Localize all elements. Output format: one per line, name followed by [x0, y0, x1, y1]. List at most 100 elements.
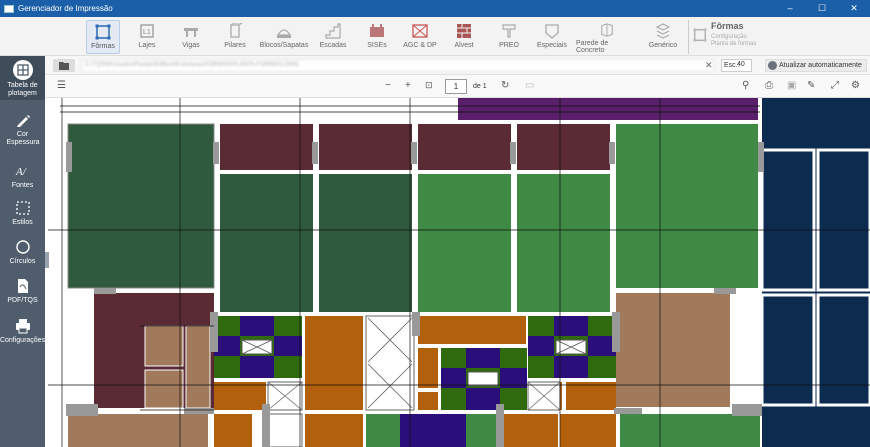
- maximize-button[interactable]: ☐: [806, 0, 838, 17]
- pillar: [609, 142, 615, 164]
- pillar: [94, 288, 116, 294]
- formas-group-icon: [693, 28, 707, 42]
- ribbon-parede-button[interactable]: Parede de Concreto: [576, 20, 638, 54]
- preo-icon: [502, 24, 516, 38]
- sidebar: Tabela de plotagem Cor Espessura A/ Font…: [0, 56, 45, 447]
- ribbon-vigas-button[interactable]: Vigas: [174, 20, 208, 54]
- slab-green: [418, 174, 511, 312]
- pillar: [210, 312, 218, 352]
- annotate-icon[interactable]: ✎: [807, 80, 815, 91]
- fullscreen-icon[interactable]: ⤢: [831, 80, 839, 91]
- sidebar-item-label: PDF/TQS: [7, 297, 38, 304]
- slab: [816, 293, 870, 407]
- slab-tan: [144, 325, 184, 367]
- sidebar-item-label: Círculos: [9, 258, 36, 265]
- ribbon-label: Pilares: [224, 42, 246, 49]
- zoom-in-button[interactable]: +: [405, 80, 411, 91]
- ribbon-label: Especiais: [537, 42, 567, 49]
- sises-icon: [370, 24, 384, 37]
- minimize-button[interactable]: –: [774, 0, 806, 17]
- ribbon-pilares-button[interactable]: Pilares: [218, 20, 252, 54]
- pillar: [312, 142, 318, 164]
- sidebar-item-configuracoes[interactable]: Configurações: [0, 318, 45, 345]
- ribbon-generico-button[interactable]: Genérico: [646, 20, 680, 54]
- zoom-out-button[interactable]: −: [385, 80, 391, 91]
- outline-icon[interactable]: ☰: [57, 80, 66, 91]
- slab-maroon: [418, 124, 511, 170]
- ribbon-lajes-button[interactable]: L1 Lajes: [130, 20, 164, 54]
- stair-shaft: [365, 315, 415, 411]
- sidebar-item-tabela[interactable]: Tabela de plotagem: [0, 56, 45, 100]
- ribbon-escadas-button[interactable]: Escadas: [316, 20, 350, 54]
- file-path-input[interactable]: C:\TQSW\Usuario\Pastas\Edificio\Estrutur…: [81, 59, 714, 72]
- open-folder-button[interactable]: [53, 59, 75, 72]
- slab-orange: [566, 382, 616, 410]
- agc-icon: [412, 24, 428, 38]
- pillar: [184, 408, 214, 414]
- window-title: Gerenciador de Impressão: [18, 4, 113, 13]
- ribbon-label: Alvest: [454, 42, 474, 49]
- especiais-icon: [545, 24, 559, 39]
- sidebar-item-label: Cor Espessura: [6, 131, 40, 146]
- pillar: [411, 142, 417, 164]
- slab-green: [620, 414, 760, 447]
- printer-icon: [15, 319, 30, 334]
- slab: [760, 148, 816, 292]
- scale-value[interactable]: 40: [737, 61, 745, 68]
- sidebar-item-label: Fontes: [11, 182, 34, 189]
- clear-path-button[interactable]: ✕: [705, 60, 713, 71]
- save-icon[interactable]: ▣: [787, 80, 796, 91]
- slab-violet: [554, 356, 588, 378]
- slab-green: [616, 124, 758, 288]
- sidebar-item-fontes[interactable]: A/ Fontes: [0, 163, 45, 190]
- ribbon-especiais-button[interactable]: Especiais: [535, 20, 569, 54]
- slab-violet: [466, 388, 500, 410]
- slab-orange: [214, 414, 252, 447]
- slab-maroon: [220, 124, 313, 170]
- blocos-icon: [276, 29, 292, 38]
- pillar: [412, 312, 420, 336]
- sidebar-item-pdf-tqs[interactable]: PDF/TQS: [0, 278, 45, 305]
- opening: [267, 413, 303, 447]
- title-bar: Gerenciador de Impressão – ☐ ✕: [0, 0, 870, 17]
- close-button[interactable]: ✕: [838, 0, 870, 17]
- app-icon: [4, 4, 14, 13]
- group-planta-dropdown[interactable]: Planta de formas: [711, 41, 756, 47]
- sidebar-item-cor-espessura[interactable]: Cor Espessura: [0, 112, 45, 147]
- ribbon-blocos-button[interactable]: Blocos/Sapatas: [258, 20, 310, 54]
- panel-splitter[interactable]: [45, 252, 49, 268]
- pdf-icon: [17, 279, 28, 293]
- ribbon: Fôrmas L1 Lajes Vigas Pilares Blocos/Sap…: [0, 17, 870, 56]
- sidebar-item-estilos[interactable]: Estilos: [0, 200, 45, 227]
- slab-orange: [500, 414, 558, 447]
- svg-text:L1: L1: [143, 29, 151, 36]
- page-view-icon[interactable]: ▭: [525, 80, 534, 91]
- rotate-icon[interactable]: ↻: [501, 80, 509, 91]
- pillar: [510, 142, 516, 164]
- ribbon-formas-button[interactable]: Fôrmas: [86, 20, 120, 54]
- group-config-link[interactable]: Configuração: [711, 34, 747, 40]
- search-icon[interactable]: ⚲: [742, 80, 749, 91]
- fit-page-icon[interactable]: ⊡: [425, 80, 433, 91]
- slab: [760, 293, 816, 407]
- print-icon[interactable]: ⎙: [765, 80, 773, 91]
- auto-update-toggle[interactable]: Atualizar automaticamente: [765, 59, 867, 72]
- table-icon: [12, 60, 33, 80]
- slab-orange: [560, 414, 616, 447]
- ribbon-alvest-button[interactable]: Alvest: [447, 20, 481, 54]
- ribbon-agc-button[interactable]: AGC & DP: [400, 20, 440, 54]
- escadas-icon: [325, 23, 341, 39]
- page-number-input[interactable]: 1: [445, 79, 467, 94]
- ribbon-preo-button[interactable]: PREO: [492, 20, 526, 54]
- slab-orange: [305, 414, 363, 447]
- ribbon-label: PREO: [499, 42, 519, 49]
- ribbon-label: Blocos/Sapatas: [259, 42, 309, 49]
- sidebar-item-circulos[interactable]: Círculos: [0, 239, 45, 266]
- opening: [467, 371, 499, 387]
- pillar: [714, 288, 736, 294]
- settings-icon[interactable]: ⚙: [851, 80, 860, 91]
- pillar: [496, 404, 504, 447]
- ribbon-sises-button[interactable]: SISEs: [360, 20, 394, 54]
- pillar: [213, 142, 219, 164]
- drawing-canvas[interactable]: [45, 98, 870, 447]
